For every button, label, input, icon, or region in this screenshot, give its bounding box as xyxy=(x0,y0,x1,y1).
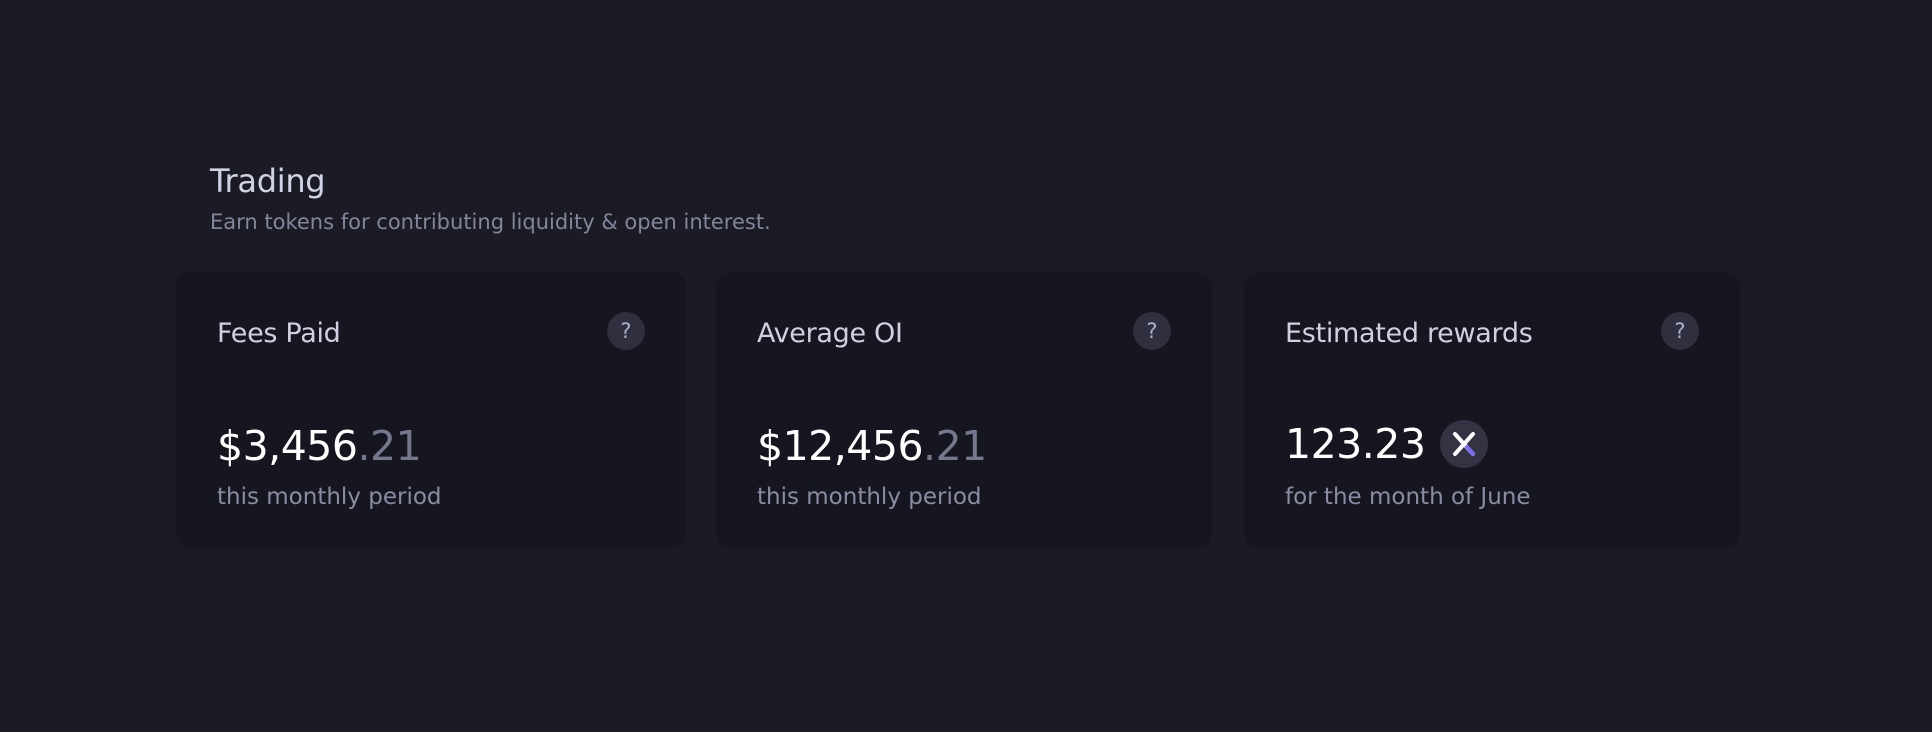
value-decimal: .21 xyxy=(923,422,987,470)
average-oi-value: $12,456.21 xyxy=(757,422,987,470)
fees-paid-value: $3,456.21 xyxy=(217,422,422,470)
section-subtitle: Earn tokens for contributing liquidity &… xyxy=(210,210,771,234)
estimated-rewards-value: 123.23 xyxy=(1285,420,1489,468)
value-main: $12,456 xyxy=(757,422,924,470)
card-title: Average OI xyxy=(757,318,903,349)
value-main: $3,456 xyxy=(217,422,358,470)
value-main: 123.23 xyxy=(1285,420,1426,468)
estimated-rewards-card: Estimated rewards ? 123.23 for the month… xyxy=(1244,272,1740,548)
card-caption: this monthly period xyxy=(757,484,982,510)
x-token-icon xyxy=(1440,420,1489,468)
x-token-glyph xyxy=(1453,432,1476,456)
average-oi-card: Average OI ? $12,456.21 this monthly per… xyxy=(716,272,1212,548)
help-icon[interactable]: ? xyxy=(1133,312,1171,350)
fees-paid-card: Fees Paid ? $3,456.21 this monthly perio… xyxy=(176,272,686,548)
card-caption: this monthly period xyxy=(217,484,442,510)
value-decimal: .21 xyxy=(357,422,422,470)
card-caption: for the month of June xyxy=(1285,484,1531,510)
card-title: Estimated rewards xyxy=(1285,318,1533,349)
help-icon[interactable]: ? xyxy=(1661,312,1699,350)
card-title: Fees Paid xyxy=(217,318,341,349)
section-title: Trading xyxy=(210,162,326,200)
help-icon[interactable]: ? xyxy=(607,312,645,350)
